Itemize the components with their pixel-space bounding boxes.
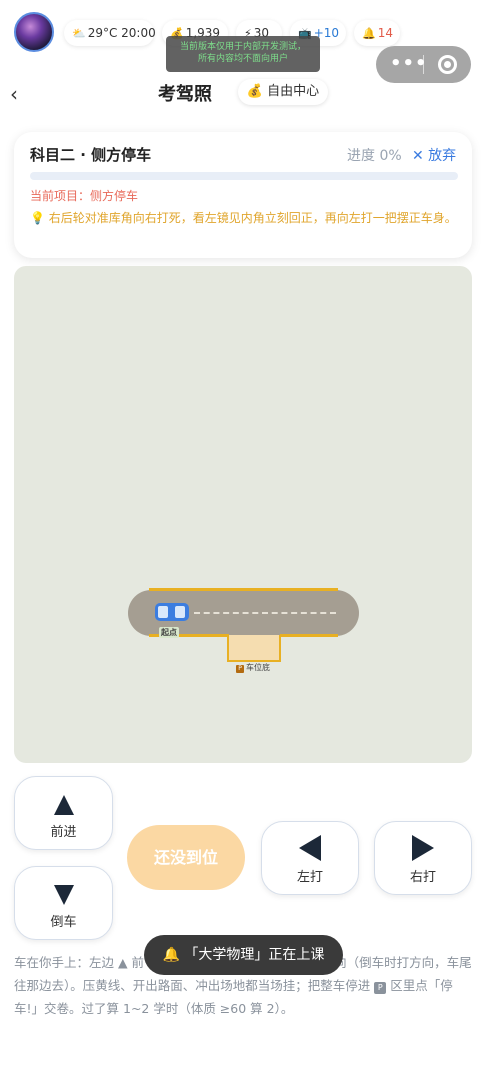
progress-bar	[30, 172, 458, 180]
progress-label: 进度 0%	[347, 148, 402, 164]
free-center-button[interactable]: 💰 自由中心	[238, 79, 328, 105]
start-label: 起点	[159, 627, 179, 638]
avatar[interactable]	[14, 12, 54, 52]
arrow-down-icon	[53, 885, 74, 905]
bell-icon: 🔔	[362, 27, 376, 40]
forward-button[interactable]: 前进	[14, 776, 113, 850]
road-edge-line-bottom-right	[280, 634, 338, 637]
mini-program-capsule: •••	[376, 46, 471, 83]
steer-right-button[interactable]: 右打	[374, 821, 472, 895]
reverse-label: 倒车	[50, 915, 77, 930]
hint-body: 右后轮对准库角向右打死，看左镜见内角立刻回正，再向左打一把摆正车身。	[48, 211, 457, 225]
instructions-part1: 车在你手上：左边 ▲ 前	[14, 955, 145, 970]
close-target-icon[interactable]	[438, 55, 457, 74]
back-button[interactable]: ‹	[10, 82, 18, 106]
parking-icon: P	[374, 982, 387, 994]
weather-pill[interactable]: ⛅ 29°C 20:00	[64, 20, 156, 46]
steer-left-button[interactable]: 左打	[261, 821, 359, 895]
page-title-text: 考驾照	[158, 84, 212, 105]
park-status-button[interactable]: 还没到位	[127, 825, 245, 890]
lightbulb-icon: 💡	[30, 211, 45, 225]
road-edge-line-top	[149, 588, 338, 591]
reverse-button[interactable]: 倒车	[14, 866, 113, 940]
arrow-right-icon	[412, 835, 434, 861]
weather-text: 29°C 20:00	[87, 26, 156, 40]
arrow-up-icon	[53, 795, 74, 815]
page-title: 🚗考驾照	[158, 80, 333, 438]
quit-button[interactable]: ✕ 放弃	[412, 145, 456, 165]
bay-label: P 车位底	[236, 662, 270, 673]
dev-notice: 当前版本仅用于内部开发测试， 所有内容均不面向用户	[166, 36, 320, 72]
player-car	[155, 603, 189, 621]
alerts-pill[interactable]: 🔔 14	[354, 20, 400, 46]
free-center-label: 自由中心	[267, 84, 320, 99]
dev-notice-line1: 当前版本仅用于内部开发测试，	[179, 42, 306, 52]
alerts-value: 14	[377, 26, 393, 40]
bay-label-text: 车位底	[246, 663, 270, 672]
class-toast: 🔔 「大学物理」正在上课	[144, 935, 343, 975]
forward-label: 前进	[50, 825, 77, 840]
money-bag-icon: 💰	[246, 84, 264, 99]
parking-icon: P	[236, 665, 244, 673]
hint-text: 💡 右后轮对准库角向右打死，看左镜见内角立刻回正，再向左打一把摆正车身。	[30, 208, 458, 229]
weather-icon: ⛅	[72, 27, 86, 40]
steer-right-label: 右打	[409, 870, 436, 885]
dev-notice-line2: 所有内容均不面向用户	[197, 54, 288, 64]
center-dashed-line	[194, 612, 336, 614]
car-window-rear	[175, 606, 185, 618]
more-icon[interactable]: •••	[390, 55, 428, 73]
task-card: 科目二 · 侧方停车 进度 0% ✕ 放弃 当前项目：侧方停车 💡 右后轮对准库…	[14, 132, 472, 258]
driving-field: 起点 P 车位底	[14, 266, 472, 763]
steer-left-label: 左打	[296, 870, 323, 885]
task-title: 科目二 · 侧方停车	[30, 146, 152, 164]
parking-bay	[227, 635, 281, 662]
current-item: 当前项目：侧方停车	[30, 189, 139, 203]
car-window-front	[158, 606, 168, 618]
arrow-left-icon	[299, 835, 321, 861]
capsule-divider	[423, 55, 424, 74]
